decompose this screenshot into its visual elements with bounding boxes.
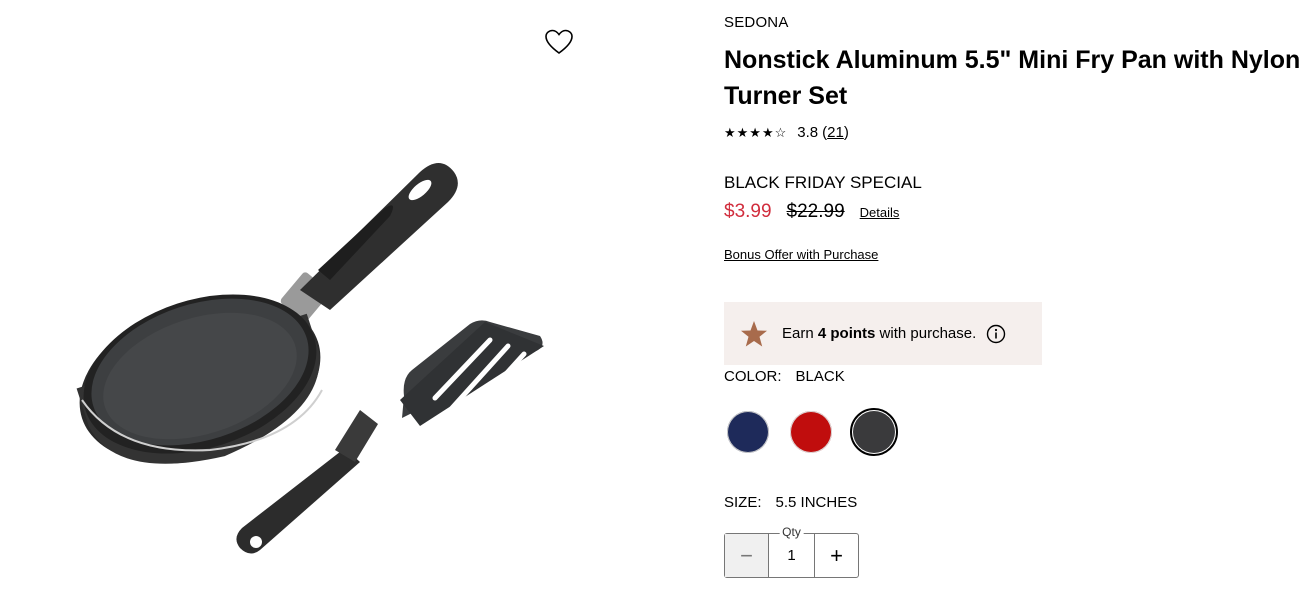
color-row: COLOR: BLACK [724,368,845,385]
rating-count-close: ) [843,124,849,141]
size-value: 5.5 INCHES [775,494,858,511]
qty-label: Qty [779,525,804,539]
original-price: $22.99 [786,201,845,222]
promo-label: BLACK FRIDAY SPECIAL [724,173,922,192]
product-image [76,163,544,554]
swatch-red[interactable] [787,408,835,456]
pan-handle [280,163,458,322]
product-title: Nonstick Aluminum 5.5" Mini Fry Pan with… [724,46,1301,110]
star-icon [741,320,767,346]
points-suffix: with purchase. [875,325,977,342]
rating-count[interactable]: 21 [827,124,844,141]
increment-button[interactable]: + [814,534,858,577]
size-row: SIZE: 5.5 INCHES [724,494,857,511]
brand-name[interactable]: SEDONA [724,14,789,31]
price-row: $3.99 $22.99 Details [724,201,899,223]
bonus-offer-link[interactable]: Bonus Offer with Purchase [724,247,878,262]
quantity-stepper: Qty − + [724,525,859,578]
rating-stars: ★★★★☆ [724,124,788,140]
rating[interactable]: ★★★★☆ 3.8 (21) [724,124,849,141]
rating-value: 3.8 [797,124,819,141]
heart-icon[interactable] [544,28,574,56]
points-amount: 4 points [817,325,876,342]
sale-price: $3.99 [724,201,772,222]
size-label: SIZE: [724,494,762,511]
color-label: COLOR: [724,368,782,385]
details-link[interactable]: Details [860,205,900,220]
info-icon[interactable] [986,324,1006,344]
points-prefix: Earn [782,325,818,342]
decrement-button[interactable]: − [725,534,769,577]
swatch-black[interactable] [850,408,898,456]
swatch-navy[interactable] [724,408,772,456]
points-banner: Earn 4 points with purchase. [724,302,1042,365]
color-value: BLACK [795,368,845,385]
quantity-input[interactable] [769,534,814,577]
color-swatches [724,408,913,456]
